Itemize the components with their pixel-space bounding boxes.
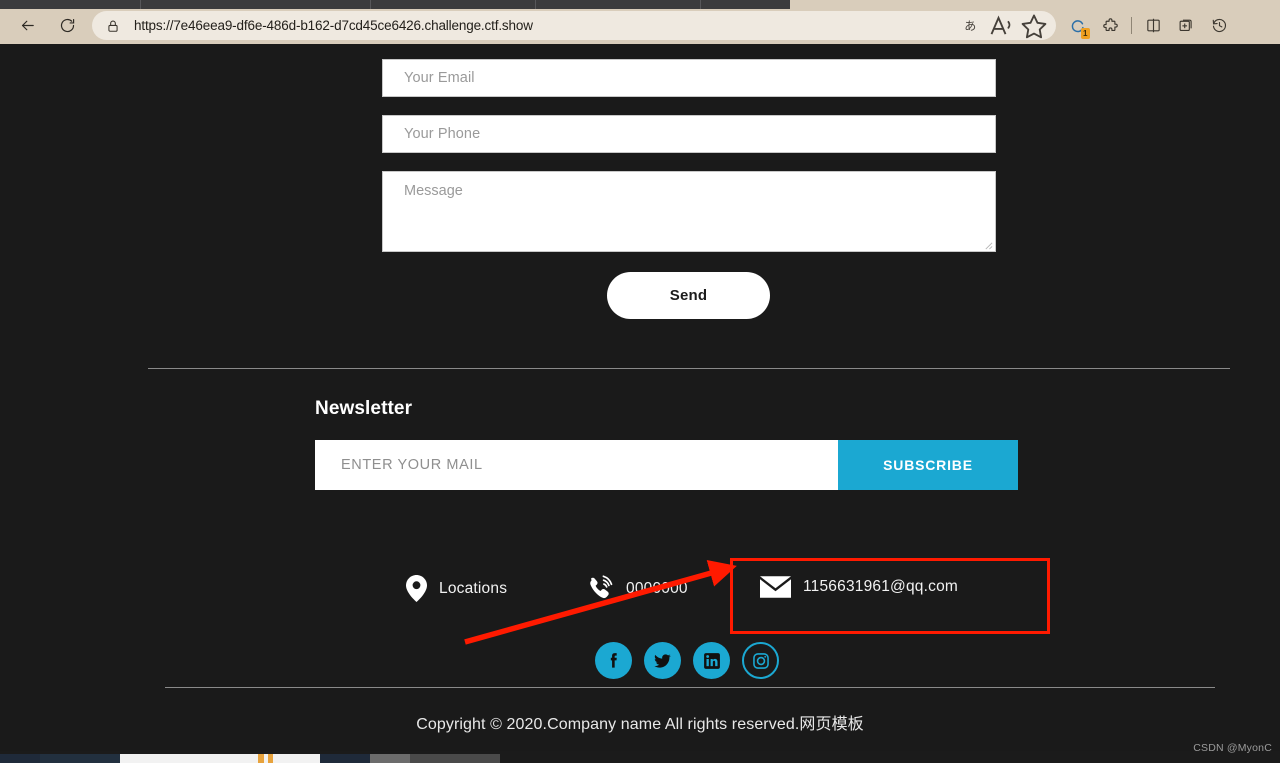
contact-location[interactable]: Locations: [406, 575, 507, 602]
newsletter-email-input[interactable]: ENTER YOUR MAIL: [315, 440, 838, 490]
address-bar[interactable]: https://7e46eea9-df6e-486d-b162-d7cd45ce…: [92, 11, 1056, 40]
contact-phone[interactable]: 0000000: [586, 575, 688, 603]
contact-phone-number: 0000000: [626, 580, 688, 598]
email-field-placeholder: Your Email: [404, 70, 475, 86]
email-highlight-box: [730, 558, 1050, 634]
split-screen-icon[interactable]: [1138, 12, 1168, 40]
newsletter-input-placeholder: ENTER YOUR MAIL: [341, 457, 483, 473]
newsletter-title: Newsletter: [315, 398, 412, 420]
collections-icon[interactable]: [1171, 12, 1201, 40]
copyright-text: Copyright © 2020.Company name All rights…: [0, 710, 1280, 734]
email-field[interactable]: Your Email: [382, 59, 996, 97]
copilot-badge: 1: [1081, 28, 1090, 39]
section-divider-bottom: [165, 687, 1215, 688]
taskbar-strip: [0, 751, 1280, 763]
translate-icon[interactable]: あ: [956, 13, 984, 38]
url-text: https://7e46eea9-df6e-486d-b162-d7cd45ce…: [134, 18, 533, 33]
page-content: Your Email Your Phone Message Send Newsl…: [0, 44, 1280, 751]
subscribe-button[interactable]: SUBSCRIBE: [838, 440, 1018, 490]
send-button[interactable]: Send: [607, 272, 770, 319]
section-divider-top: [148, 368, 1230, 369]
resize-handle[interactable]: [984, 241, 993, 250]
twitter-icon[interactable]: [644, 642, 681, 679]
phone-field[interactable]: Your Phone: [382, 115, 996, 153]
linkedin-icon[interactable]: [693, 642, 730, 679]
watermark: CSDN @MyonC: [1193, 742, 1272, 754]
extensions-icon[interactable]: [1095, 12, 1125, 40]
reload-button[interactable]: [50, 12, 84, 40]
toolbar-divider: [1131, 17, 1132, 34]
instagram-icon[interactable]: [742, 642, 779, 679]
newsletter-form: ENTER YOUR MAIL SUBSCRIBE: [315, 440, 1018, 490]
read-aloud-icon[interactable]: [988, 13, 1016, 38]
message-field-placeholder: Message: [404, 183, 463, 199]
lock-icon[interactable]: [106, 19, 120, 33]
copilot-icon[interactable]: 1: [1062, 12, 1092, 40]
favorite-star-icon[interactable]: [1020, 13, 1048, 38]
phone-field-placeholder: Your Phone: [404, 126, 480, 142]
browser-toolbar-right: 1: [1062, 9, 1234, 42]
social-links: [595, 642, 779, 679]
reload-icon: [59, 17, 76, 34]
history-icon[interactable]: [1204, 12, 1234, 40]
message-field[interactable]: Message: [382, 171, 996, 252]
contact-form: Your Email Your Phone Message: [382, 59, 996, 252]
back-button[interactable]: [10, 12, 44, 40]
map-pin-icon: [406, 575, 427, 602]
address-bar-actions: あ: [956, 13, 1048, 38]
phone-icon: [586, 575, 614, 603]
facebook-icon[interactable]: [595, 642, 632, 679]
back-arrow-icon: [19, 17, 36, 34]
contact-location-label: Locations: [439, 580, 507, 598]
browser-chrome: https://7e46eea9-df6e-486d-b162-d7cd45ce…: [0, 0, 1280, 44]
tab-strip[interactable]: [0, 0, 790, 9]
